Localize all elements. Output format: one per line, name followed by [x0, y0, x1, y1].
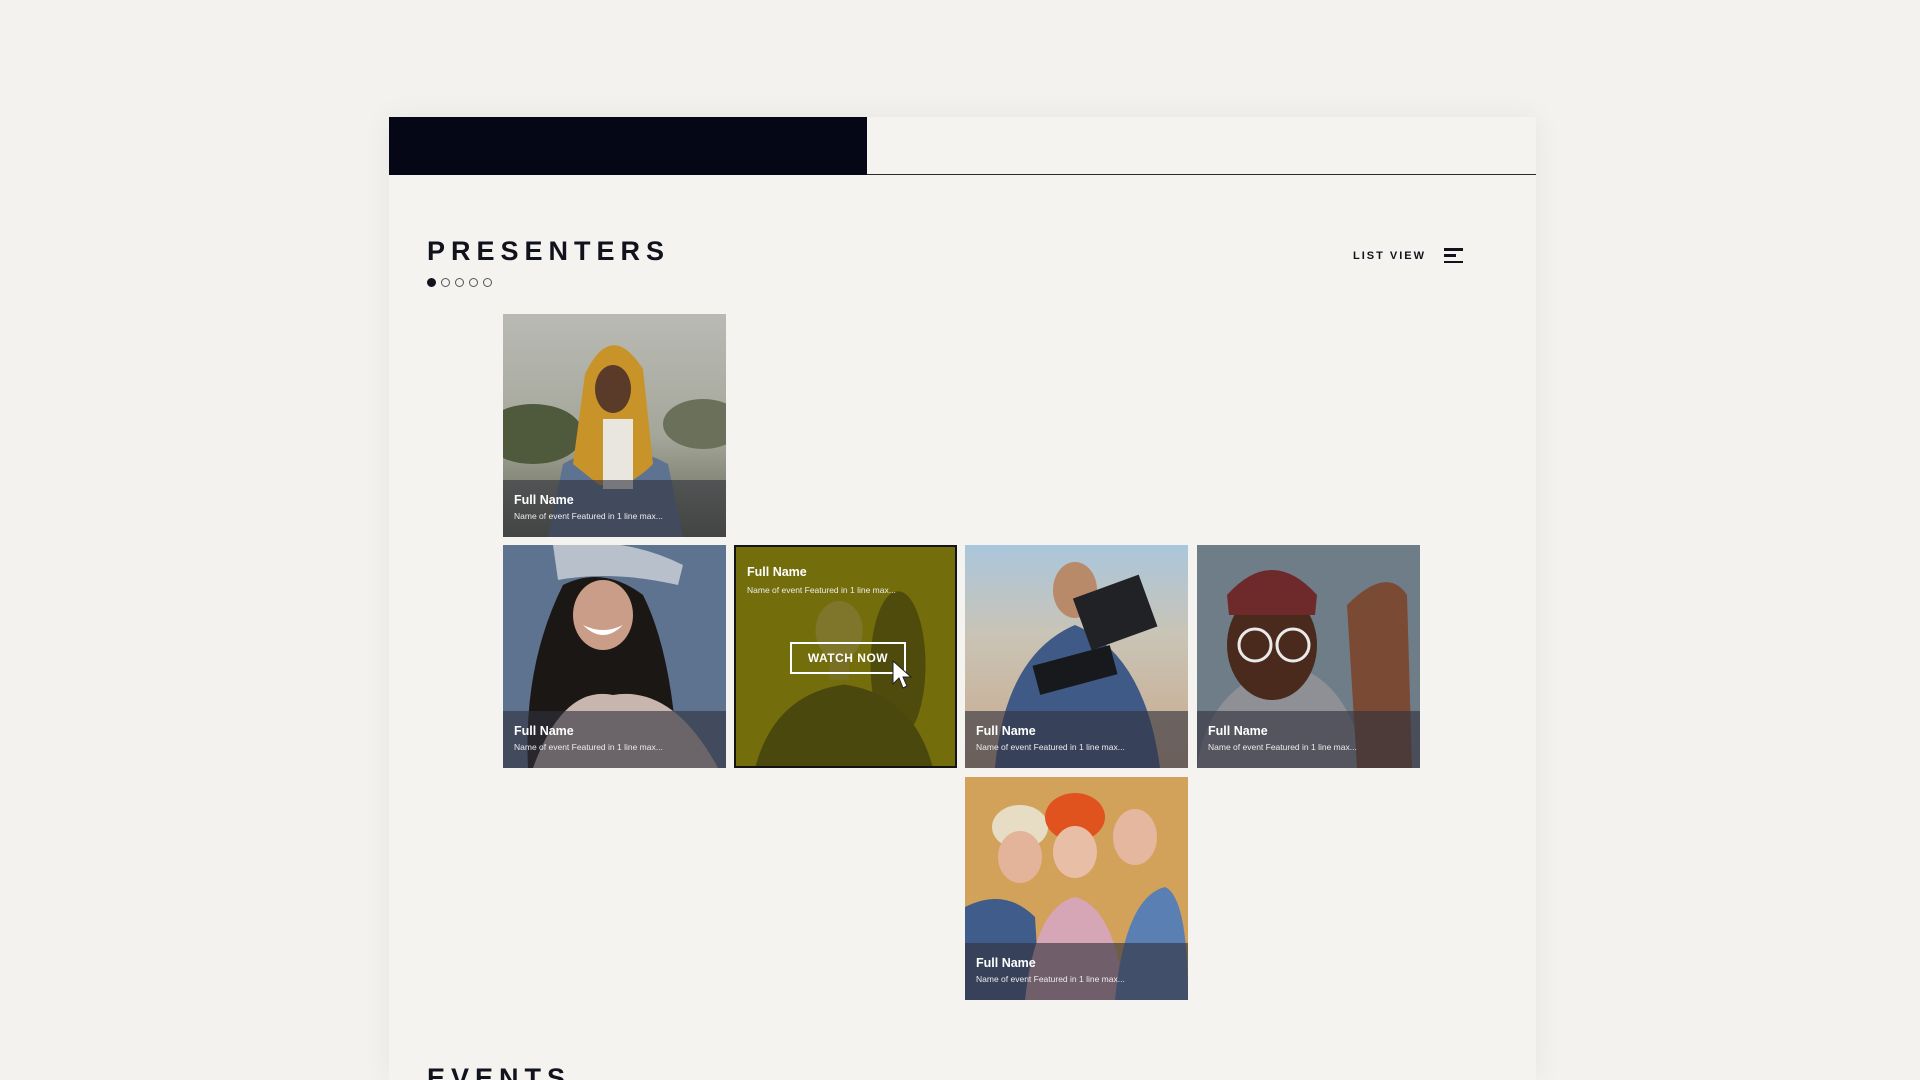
events-title: EVENTS — [427, 1063, 572, 1080]
presenter-card-1[interactable]: Full Name Name of event Featured in 1 li… — [503, 314, 726, 537]
header-dark-block — [389, 117, 867, 175]
card-caption: Full Name Name of event Featured in 1 li… — [503, 711, 726, 768]
presenter-event: Name of event Featured in 1 line max... — [976, 742, 1125, 752]
header-divider — [867, 174, 1536, 175]
presenter-card-5[interactable]: Full Name Name of event Featured in 1 li… — [1197, 545, 1420, 768]
pagination-dot-4[interactable] — [469, 278, 478, 287]
mouse-cursor-icon — [892, 660, 913, 689]
presenter-card-3[interactable]: Full Name Name of event Featured in 1 li… — [734, 545, 957, 768]
list-view-toggle[interactable]: LIST VIEW — [1353, 248, 1463, 263]
presenter-name: Full Name — [976, 724, 1036, 738]
pagination-dot-1[interactable] — [427, 278, 436, 287]
presenter-card-6[interactable]: Full Name Name of event Featured in 1 li… — [965, 777, 1188, 1000]
pagination-dot-5[interactable] — [483, 278, 492, 287]
presenter-card-4[interactable]: Full Name Name of event Featured in 1 li… — [965, 545, 1188, 768]
presenter-event: Name of event Featured in 1 line max... — [514, 511, 663, 521]
presenters-title: PRESENTERS — [427, 236, 671, 266]
presenter-name: Full Name — [514, 724, 574, 738]
presenter-name: Full Name — [1208, 724, 1268, 738]
menu-lines-icon — [1444, 248, 1463, 263]
presenter-name: Full Name — [747, 565, 807, 579]
pagination-dot-2[interactable] — [441, 278, 450, 287]
card-caption: Full Name Name of event Featured in 1 li… — [747, 565, 896, 595]
card-caption: Full Name Name of event Featured in 1 li… — [1197, 711, 1420, 768]
presenter-event: Name of event Featured in 1 line max... — [514, 742, 663, 752]
card-caption: Full Name Name of event Featured in 1 li… — [965, 711, 1188, 768]
pagination-dots — [427, 278, 492, 287]
presenter-name: Full Name — [514, 493, 574, 507]
card-caption: Full Name Name of event Featured in 1 li… — [503, 480, 726, 537]
presenter-card-2[interactable]: Full Name Name of event Featured in 1 li… — [503, 545, 726, 768]
card-caption: Full Name Name of event Featured in 1 li… — [965, 943, 1188, 1000]
page: PRESENTERS LIST VIEW Full Name Name of e… — [389, 117, 1536, 1080]
presenter-event: Name of event Featured in 1 line max... — [747, 585, 896, 595]
watch-now-button[interactable]: WATCH NOW — [790, 642, 906, 674]
presenter-event: Name of event Featured in 1 line max... — [1208, 742, 1357, 752]
presenter-name: Full Name — [976, 956, 1036, 970]
list-view-label: LIST VIEW — [1353, 249, 1426, 262]
pagination-dot-3[interactable] — [455, 278, 464, 287]
presenter-event: Name of event Featured in 1 line max... — [976, 974, 1125, 984]
